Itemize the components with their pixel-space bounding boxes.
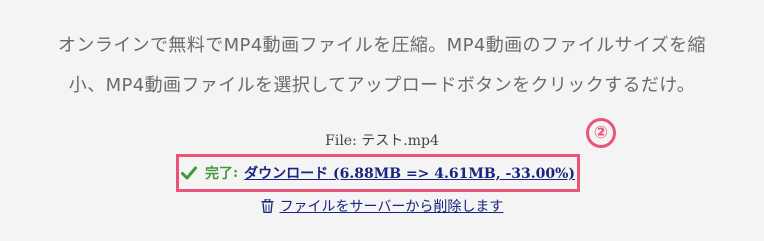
delete-file-label: ファイルをサーバーから削除します: [279, 199, 504, 215]
result-highlight-box: 完了: ダウンロード (6.88MB => 4.61MB, -33.00%): [176, 154, 580, 192]
download-link[interactable]: ダウンロード (6.88MB => 4.61MB, -33.00%): [244, 163, 575, 183]
delete-row: ファイルをサーバーから削除します: [0, 196, 764, 216]
intro-line-2: 小、MP4動画ファイルを選択してアップロードボタンをクリックするだけ。: [68, 75, 696, 96]
annotation-marker: ②: [586, 118, 616, 148]
download-size-detail: (6.88MB => 4.61MB, -33.00%): [328, 166, 576, 182]
trash-icon: [261, 198, 274, 213]
intro-line-1: オンラインで無料でMP4動画ファイルを圧縮。MP4動画のファイルサイズを縮: [58, 35, 706, 56]
status-complete: 完了: [204, 166, 233, 182]
file-name-label: File: テスト.mp4: [325, 133, 439, 149]
status-colon: :: [232, 165, 239, 181]
download-label: ダウンロード: [244, 166, 329, 182]
delete-file-link[interactable]: ファイルをサーバーから削除します: [261, 198, 504, 215]
intro-text: オンラインで無料でMP4動画ファイルを圧縮。MP4動画のファイルサイズを縮 小、…: [0, 26, 764, 106]
check-icon: [180, 166, 197, 180]
